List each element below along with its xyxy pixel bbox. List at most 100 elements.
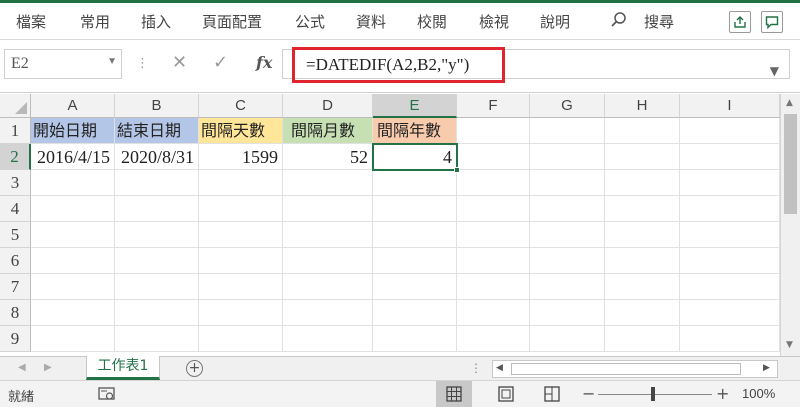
empty-cell[interactable] xyxy=(680,300,780,326)
zoom-slider-thumb[interactable] xyxy=(651,387,655,401)
empty-cell[interactable] xyxy=(199,300,283,326)
cell-a1[interactable]: 開始日期 xyxy=(31,118,115,144)
tab-data[interactable]: 資料 xyxy=(356,11,386,32)
row-header-1[interactable]: 1 xyxy=(0,118,31,144)
empty-cell[interactable] xyxy=(457,144,530,170)
empty-cell[interactable] xyxy=(115,222,199,248)
column-header-e[interactable]: E xyxy=(373,94,457,118)
normal-view-icon[interactable] xyxy=(436,381,472,407)
empty-cell[interactable] xyxy=(457,196,530,222)
empty-cell[interactable] xyxy=(115,274,199,300)
empty-cell[interactable] xyxy=(283,170,373,196)
zoom-slider[interactable] xyxy=(598,394,712,395)
cancel-icon[interactable]: ✕ xyxy=(172,52,187,73)
empty-cell[interactable] xyxy=(373,300,457,326)
prev-sheet-icon[interactable]: ◀ xyxy=(18,362,26,373)
empty-cell[interactable] xyxy=(680,118,780,144)
empty-cell[interactable] xyxy=(530,326,605,352)
empty-cell[interactable] xyxy=(530,170,605,196)
empty-cell[interactable] xyxy=(605,144,680,170)
horizontal-scroll-thumb[interactable] xyxy=(511,363,741,375)
empty-cell[interactable] xyxy=(457,170,530,196)
search-icon[interactable] xyxy=(610,11,628,33)
empty-cell[interactable] xyxy=(283,326,373,352)
column-header-b[interactable]: B xyxy=(115,94,199,118)
cell-c2[interactable]: 1599 xyxy=(199,144,283,170)
cell-a2[interactable]: 2016/4/15 xyxy=(31,144,115,170)
select-all-button[interactable] xyxy=(0,94,31,118)
tab-view[interactable]: 檢視 xyxy=(479,11,509,32)
comments-icon[interactable] xyxy=(761,11,783,33)
empty-cell[interactable] xyxy=(457,274,530,300)
cell-e1[interactable]: 間隔年數 xyxy=(373,118,457,144)
empty-cell[interactable] xyxy=(31,196,115,222)
empty-cell[interactable] xyxy=(373,248,457,274)
cell-c1[interactable]: 間隔天數 xyxy=(199,118,283,144)
zoom-out-button[interactable]: − xyxy=(582,384,595,403)
page-layout-view-icon[interactable] xyxy=(488,381,524,407)
tab-formulas[interactable]: 公式 xyxy=(295,11,325,32)
empty-cell[interactable] xyxy=(115,170,199,196)
tab-review[interactable]: 校閱 xyxy=(417,11,447,32)
empty-cell[interactable] xyxy=(530,300,605,326)
empty-cell[interactable] xyxy=(530,248,605,274)
vertical-scrollbar[interactable]: ▲ ▼ xyxy=(780,94,800,356)
empty-cell[interactable] xyxy=(31,274,115,300)
row-header-4[interactable]: 4 xyxy=(0,196,31,222)
horizontal-scrollbar[interactable]: ◀ ▶ xyxy=(492,360,778,378)
tab-home[interactable]: 常用 xyxy=(80,11,110,32)
empty-cell[interactable] xyxy=(115,326,199,352)
empty-cell[interactable] xyxy=(605,222,680,248)
column-header-h[interactable]: H xyxy=(605,94,680,118)
empty-cell[interactable] xyxy=(530,222,605,248)
empty-cell[interactable] xyxy=(199,170,283,196)
empty-cell[interactable] xyxy=(115,300,199,326)
macro-recording-icon[interactable] xyxy=(98,386,116,406)
empty-cell[interactable] xyxy=(530,196,605,222)
column-header-i[interactable]: I xyxy=(680,94,780,118)
vertical-scroll-thumb[interactable] xyxy=(784,114,797,214)
empty-cell[interactable] xyxy=(680,196,780,222)
empty-cell[interactable] xyxy=(457,118,530,144)
empty-cell[interactable] xyxy=(373,326,457,352)
row-header-9[interactable]: 9 xyxy=(0,326,31,352)
worksheet-grid[interactable]: A B C D E F G H I 1 2 3 4 5 6 7 8 9 開始日期… xyxy=(0,94,780,356)
empty-cell[interactable] xyxy=(605,118,680,144)
empty-cell[interactable] xyxy=(680,144,780,170)
column-header-d[interactable]: D xyxy=(283,94,373,118)
column-header-g[interactable]: G xyxy=(530,94,605,118)
empty-cell[interactable] xyxy=(530,118,605,144)
empty-cell[interactable] xyxy=(373,196,457,222)
empty-cell[interactable] xyxy=(680,170,780,196)
empty-cell[interactable] xyxy=(605,326,680,352)
zoom-level[interactable]: 100% xyxy=(742,386,775,401)
enter-icon[interactable]: ✓ xyxy=(213,52,228,73)
empty-cell[interactable] xyxy=(373,274,457,300)
empty-cell[interactable] xyxy=(373,170,457,196)
empty-cell[interactable] xyxy=(530,274,605,300)
empty-cell[interactable] xyxy=(373,222,457,248)
empty-cell[interactable] xyxy=(530,144,605,170)
empty-cell[interactable] xyxy=(680,274,780,300)
column-header-c[interactable]: C xyxy=(199,94,283,118)
empty-cell[interactable] xyxy=(199,196,283,222)
empty-cell[interactable] xyxy=(605,248,680,274)
scroll-left-icon[interactable]: ◀ xyxy=(496,363,503,373)
column-header-a[interactable]: A xyxy=(31,94,115,118)
fill-handle[interactable] xyxy=(454,167,460,173)
row-header-2[interactable]: 2 xyxy=(0,144,31,170)
empty-cell[interactable] xyxy=(457,326,530,352)
row-header-6[interactable]: 6 xyxy=(0,248,31,274)
empty-cell[interactable] xyxy=(283,300,373,326)
empty-cell[interactable] xyxy=(283,196,373,222)
row-header-5[interactable]: 5 xyxy=(0,222,31,248)
empty-cell[interactable] xyxy=(457,300,530,326)
scroll-down-icon[interactable]: ▼ xyxy=(786,340,793,350)
share-icon[interactable] xyxy=(729,11,751,33)
sheet-tab-1[interactable]: 工作表1 xyxy=(86,356,160,380)
empty-cell[interactable] xyxy=(457,222,530,248)
empty-cell[interactable] xyxy=(31,222,115,248)
empty-cell[interactable] xyxy=(31,300,115,326)
empty-cell[interactable] xyxy=(680,326,780,352)
next-sheet-icon[interactable]: ▶ xyxy=(44,362,52,373)
